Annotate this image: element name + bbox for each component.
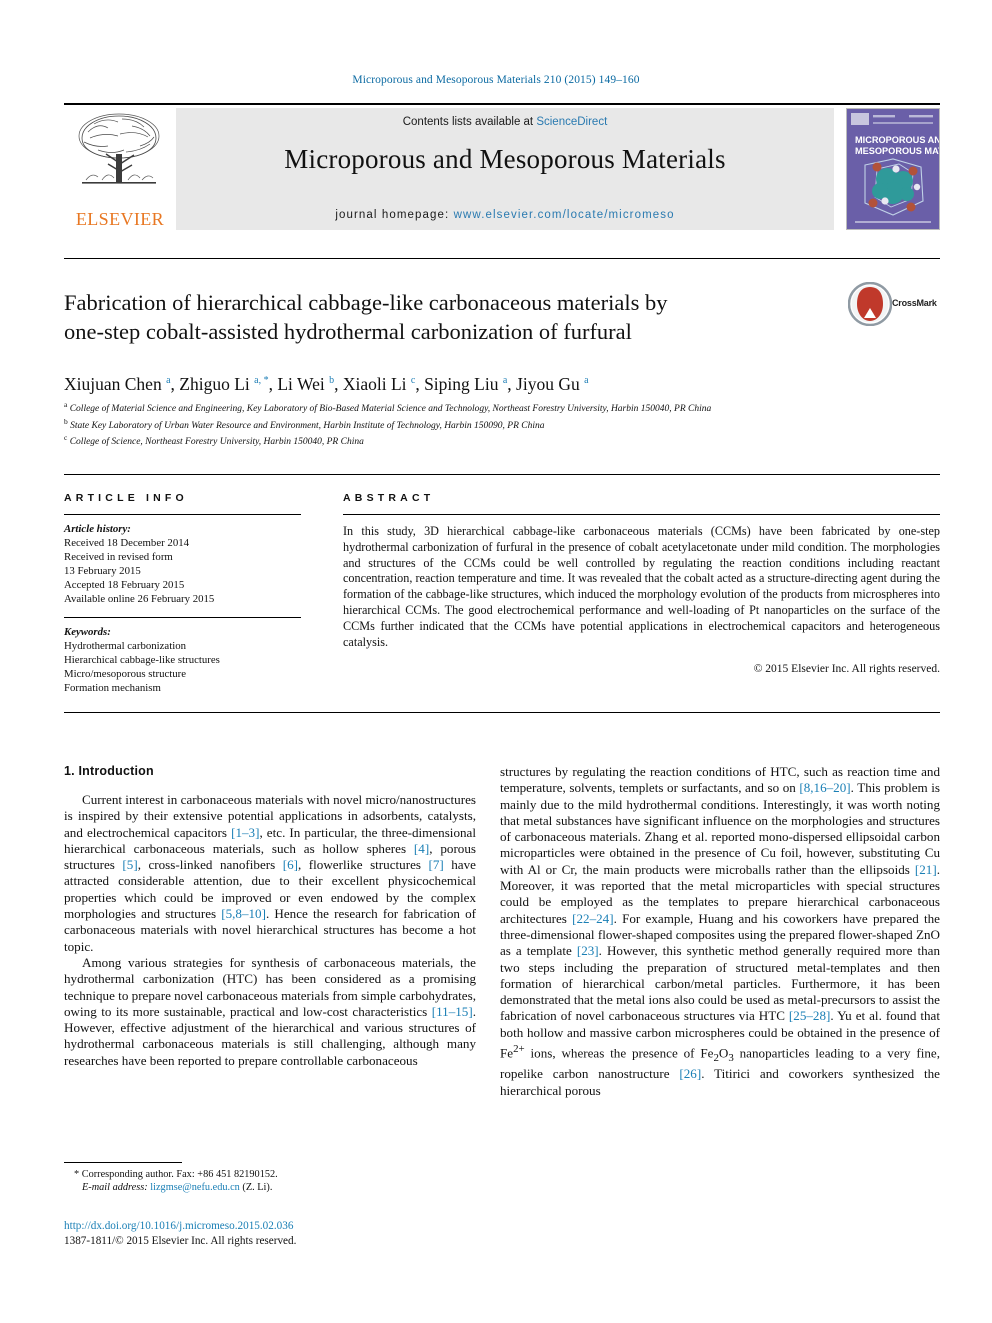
- contents-available-line: Contents lists available at ScienceDirec…: [176, 116, 834, 128]
- paragraph: structures by regulating the reaction co…: [500, 764, 940, 1098]
- footnote-rule: [64, 1162, 182, 1163]
- elsevier-logo: ELSEVIER: [64, 108, 174, 230]
- history-item: Received 18 December 2014: [64, 537, 190, 550]
- paper-page: Microporous and Mesoporous Materials 210…: [0, 0, 992, 1323]
- keyword-item: Hierarchical cabbage-like structures: [64, 653, 220, 666]
- keywords-rule: [64, 616, 301, 618]
- abstract-block: ABSTRACT In this study, 3D hierarchical …: [343, 492, 940, 675]
- history-item: Accepted 18 February 2015: [64, 579, 185, 592]
- affiliation-text: College of Material Science and Engineer…: [69, 404, 712, 415]
- copyright-line: © 2015 Elsevier Inc. All rights reserved…: [753, 663, 940, 676]
- keyword-item: Formation mechanism: [64, 681, 161, 694]
- homepage-url-link[interactable]: www.elsevier.com/locate/micromeso: [454, 209, 675, 221]
- page-title: Fabrication of hierarchical cabbage-like…: [64, 288, 794, 346]
- issn-rights-line: 1387-1811/© 2015 Elsevier Inc. All right…: [64, 1234, 297, 1247]
- affiliation-mark: a: [64, 400, 68, 409]
- cover-artwork: MICROPOROUS AND MESOPOROUS MATERIALS: [847, 109, 939, 229]
- corresponding-author-line: * Corresponding author. Fax: +86 451 821…: [74, 1169, 278, 1180]
- affiliation-list: a College of Material Science and Engine…: [64, 399, 864, 449]
- body-column-left: 1. Introduction Current interest in carb…: [64, 764, 476, 1069]
- author-name: Zhiguo Li: [179, 373, 250, 394]
- title-line-2: one-step cobalt-assisted hydrothermal ca…: [64, 319, 632, 344]
- elsevier-tree-icon: [78, 113, 160, 184]
- author-4: Xiaoli Li c: [343, 374, 416, 394]
- abstract-text: In this study, 3D hierarchical cabbage-l…: [343, 524, 940, 649]
- contents-prefix: Contents lists available at: [402, 116, 537, 128]
- paragraph: Current interest in carbonaceous materia…: [64, 792, 476, 954]
- history-item: 13 February 2015: [64, 565, 141, 578]
- footnote-block: * Corresponding author. Fax: +86 451 821…: [64, 1162, 476, 1195]
- section-heading-introduction: 1. Introduction: [64, 764, 154, 778]
- homepage-prefix: journal homepage:: [335, 209, 454, 221]
- paragraph: Among various strategies for synthesis o…: [64, 954, 476, 1068]
- title-divider: [64, 258, 940, 259]
- info-divider: [64, 474, 940, 475]
- history-item: Available online 26 February 2015: [64, 593, 215, 606]
- author-affil-mark: b: [329, 375, 335, 386]
- article-history-label: Article history:: [64, 523, 131, 535]
- crossmark-label: CrossMark: [892, 298, 937, 308]
- journal-masthead: ELSEVIER Contents lists available at Sci…: [64, 103, 940, 233]
- author-name: Siping Liu: [424, 373, 499, 394]
- svg-text:MESOPOROUS MATERIALS: MESOPOROUS MATERIALS: [855, 146, 939, 156]
- article-history: Article history: Received 18 December 20…: [64, 522, 314, 607]
- keyword-item: Hydrothermal carbonization: [64, 639, 187, 652]
- affiliation-mark: c: [64, 433, 68, 443]
- sciencedirect-link[interactable]: ScienceDirect: [536, 116, 607, 128]
- affiliation-text: State Key Laboratory of Urban Water Reso…: [70, 420, 545, 431]
- author-name: Li Wei: [277, 373, 325, 394]
- author-1: Xiujuan Chen a: [64, 374, 171, 394]
- abstract-heading: ABSTRACT: [343, 492, 435, 504]
- email-label: E-mail address:: [82, 1182, 148, 1194]
- author-affil-mark: a: [502, 375, 508, 386]
- body-divider: [64, 712, 940, 713]
- title-line-1: Fabrication of hierarchical cabbage-like…: [64, 290, 668, 315]
- crossmark-badge[interactable]: CrossMark: [847, 281, 940, 328]
- footer-block: http://dx.doi.org/10.1016/j.micromeso.20…: [64, 1219, 484, 1248]
- keywords-label: Keywords:: [64, 625, 111, 638]
- history-item: Received in revised form: [64, 551, 173, 564]
- abstract-rule: [343, 514, 940, 515]
- journal-title: Microporous and Mesoporous Materials: [284, 144, 726, 174]
- article-info-rule: [64, 514, 301, 515]
- body-column-right: structures by regulating the reaction co…: [500, 764, 940, 1099]
- article-info-block: ARTICLE INFO Article history: Received 1…: [64, 492, 314, 695]
- author-name: Xiujuan Chen: [64, 373, 162, 394]
- author-6: Jiyou Gu a: [516, 374, 589, 394]
- affiliation-text: College of Science, Northeast Forestry U…: [69, 437, 364, 448]
- doi-link[interactable]: http://dx.doi.org/10.1016/j.micromeso.20…: [64, 1219, 484, 1234]
- svg-text:MICROPOROUS AND: MICROPOROUS AND: [855, 135, 939, 145]
- affiliation-c: c College of Science, Northeast Forestry…: [64, 432, 864, 449]
- email-suffix: (Z. Li).: [242, 1182, 273, 1194]
- email-link[interactable]: lizgmse@nefu.edu.cn: [150, 1182, 240, 1193]
- author-list: Xiujuan Chen a, Zhiguo Li a, *, Li Wei b…: [64, 373, 589, 394]
- author-2: Zhiguo Li a, *: [179, 374, 268, 394]
- author-affil-mark: a: [584, 375, 589, 386]
- email-line: E-mail address: lizgmse@nefu.edu.cn (Z. …: [64, 1181, 476, 1194]
- journal-cover-thumbnail[interactable]: MICROPOROUS AND MESOPOROUS MATERIALS: [846, 108, 940, 230]
- author-name: Xiaoli Li: [342, 373, 407, 394]
- author-affil-mark: a, *: [254, 375, 269, 386]
- elsevier-wordmark: ELSEVIER: [75, 209, 165, 229]
- journal-band: Contents lists available at ScienceDirec…: [176, 108, 834, 230]
- crossmark-icon: [847, 281, 893, 327]
- affiliation-b: b State Key Laboratory of Urban Water Re…: [64, 416, 864, 433]
- keyword-list: Keywords: Hydrothermal carbonization Hie…: [64, 625, 314, 695]
- author-affil-mark: a: [166, 375, 171, 386]
- keyword-item: Micro/mesoporous structure: [64, 667, 187, 680]
- affiliation-mark: b: [64, 416, 68, 426]
- author-3: Li Wei b: [277, 374, 334, 394]
- corresponding-author-note: * Corresponding author. Fax: +86 451 821…: [64, 1168, 476, 1195]
- author-name: Jiyou Gu: [516, 373, 580, 394]
- author-5: Siping Liu a: [424, 374, 507, 394]
- article-info-heading: ARTICLE INFO: [64, 492, 188, 504]
- affiliation-a: a College of Material Science and Engine…: [64, 399, 864, 416]
- journal-homepage-line: journal homepage: www.elsevier.com/locat…: [176, 209, 834, 221]
- running-head: Microporous and Mesoporous Materials 210…: [352, 74, 640, 86]
- author-affil-mark: c: [410, 375, 416, 386]
